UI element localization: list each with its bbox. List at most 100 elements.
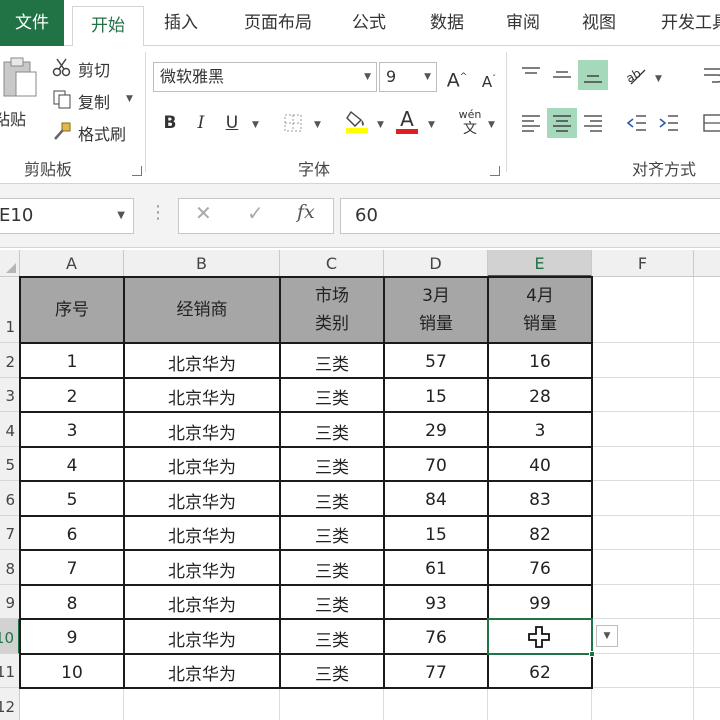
cell-c3[interactable]: 三类: [280, 380, 384, 415]
cell-d5[interactable]: 70: [384, 449, 488, 484]
cell-c9[interactable]: 三类: [280, 587, 384, 622]
cell-a10[interactable]: 9: [20, 621, 124, 656]
fill-handle[interactable]: [589, 650, 595, 657]
column-header-f[interactable]: F: [592, 250, 694, 277]
cell-c8[interactable]: 三类: [280, 552, 384, 587]
cell-d11[interactable]: 77: [384, 656, 488, 691]
cell-b2[interactable]: 北京华为: [124, 345, 280, 380]
format-painter-button[interactable]: 格式刷: [50, 120, 140, 144]
row-header-11[interactable]: 11: [0, 653, 20, 688]
cell-a4[interactable]: 3: [20, 414, 124, 449]
font-name-select[interactable]: 微软雅黑 ▼: [153, 62, 377, 92]
cell-c2[interactable]: 三类: [280, 345, 384, 380]
cell-e7[interactable]: 82: [488, 518, 592, 553]
cell-d4[interactable]: 29: [384, 414, 488, 449]
header-april[interactable]: 4月 销量: [488, 277, 592, 343]
row-header-4[interactable]: 4: [0, 412, 20, 447]
tab-data[interactable]: 数据: [418, 0, 476, 46]
cell-e11[interactable]: 62: [488, 656, 592, 691]
italic-button[interactable]: I: [186, 108, 216, 138]
cell-b8[interactable]: 北京华为: [124, 552, 280, 587]
cell-a3[interactable]: 2: [20, 380, 124, 415]
column-header-c[interactable]: C: [280, 250, 384, 277]
decrease-indent-button[interactable]: [622, 108, 652, 138]
underline-button[interactable]: U: [217, 108, 247, 138]
row-header-6[interactable]: 6: [0, 481, 20, 516]
row-header-3[interactable]: 3: [0, 377, 20, 412]
grow-font-button[interactable]: A^: [442, 62, 472, 92]
bold-button[interactable]: B: [155, 108, 185, 138]
cell-a6[interactable]: 5: [20, 483, 124, 518]
cell-a5[interactable]: 4: [20, 449, 124, 484]
cell-b6[interactable]: 北京华为: [124, 483, 280, 518]
row-header-7[interactable]: 7: [0, 515, 20, 550]
align-bottom-button[interactable]: [578, 60, 608, 90]
header-seq[interactable]: 序号: [20, 277, 124, 343]
row-header-1[interactable]: 1: [0, 277, 20, 343]
increase-indent-button[interactable]: [654, 108, 684, 138]
column-header-empty[interactable]: [694, 250, 720, 277]
cell-a9[interactable]: 8: [20, 587, 124, 622]
clipboard-launcher-icon[interactable]: [132, 166, 142, 176]
cell-e3[interactable]: 28: [488, 380, 592, 415]
header-dealer[interactable]: 经销商: [124, 277, 280, 343]
merge-center-button[interactable]: [698, 108, 720, 138]
copy-dropdown-icon[interactable]: ▼: [126, 94, 133, 104]
cell-a11[interactable]: 10: [20, 656, 124, 691]
cell-b11[interactable]: 北京华为: [124, 656, 280, 691]
row-header-5[interactable]: 5: [0, 446, 20, 481]
font-color-button[interactable]: A: [392, 104, 422, 134]
cell-c10[interactable]: 三类: [280, 621, 384, 656]
column-header-e[interactable]: E: [488, 250, 592, 277]
cell-b9[interactable]: 北京华为: [124, 587, 280, 622]
cell-d9[interactable]: 93: [384, 587, 488, 622]
font-launcher-icon[interactable]: [490, 166, 500, 176]
insert-function-icon[interactable]: fx: [297, 201, 315, 223]
wrap-text-button[interactable]: [698, 60, 720, 90]
align-center-button[interactable]: [547, 108, 577, 138]
phonetic-guide-button[interactable]: wén 文: [455, 108, 485, 140]
row-header-12[interactable]: 12: [0, 688, 20, 720]
align-middle-button[interactable]: [547, 60, 577, 90]
cell-a7[interactable]: 6: [20, 518, 124, 553]
cell-e4[interactable]: 3: [488, 414, 592, 449]
cell-c6[interactable]: 三类: [280, 483, 384, 518]
tab-file[interactable]: 文件: [0, 0, 64, 46]
copy-button[interactable]: 复制 ▼: [50, 88, 140, 112]
orientation-button[interactable]: ab: [622, 60, 652, 90]
cell-dropdown-button[interactable]: ▼: [596, 625, 618, 647]
cell-b10[interactable]: 北京华为: [124, 621, 280, 656]
font-size-select[interactable]: 9 ▼: [379, 62, 437, 92]
underline-dropdown-icon[interactable]: ▼: [252, 120, 259, 130]
cell-d3[interactable]: 15: [384, 380, 488, 415]
column-header-a[interactable]: A: [20, 250, 124, 277]
select-all-button[interactable]: [0, 250, 20, 277]
cancel-icon[interactable]: ✕: [195, 201, 212, 225]
cut-button[interactable]: 剪切: [50, 56, 130, 80]
fill-color-dropdown-icon[interactable]: ▼: [377, 120, 384, 130]
borders-button[interactable]: [278, 108, 308, 138]
borders-dropdown-icon[interactable]: ▼: [314, 120, 321, 130]
phonetic-dropdown-icon[interactable]: ▼: [488, 120, 495, 130]
cell-a8[interactable]: 7: [20, 552, 124, 587]
cell-e6[interactable]: 83: [488, 483, 592, 518]
cell-e2[interactable]: 16: [488, 345, 592, 380]
cell-b3[interactable]: 北京华为: [124, 380, 280, 415]
align-right-button[interactable]: [578, 108, 608, 138]
tab-page-layout[interactable]: 页面布局: [230, 0, 326, 46]
align-left-button[interactable]: [516, 108, 546, 138]
row-header-9[interactable]: 9: [0, 584, 20, 619]
formula-input[interactable]: 60: [340, 198, 720, 234]
paste-button[interactable]: 粘贴: [0, 54, 38, 150]
cell-b5[interactable]: 北京华为: [124, 449, 280, 484]
fill-color-button[interactable]: [342, 106, 372, 136]
column-header-d[interactable]: D: [384, 250, 488, 277]
cell-e9[interactable]: 99: [488, 587, 592, 622]
cell-c11[interactable]: 三类: [280, 656, 384, 691]
cell-d10[interactable]: 76: [384, 621, 488, 656]
tab-insert[interactable]: 插入: [150, 0, 212, 46]
cell-c5[interactable]: 三类: [280, 449, 384, 484]
cell-e8[interactable]: 76: [488, 552, 592, 587]
tab-home[interactable]: 开始: [72, 6, 144, 47]
name-box[interactable]: E10 ▼: [0, 198, 134, 234]
